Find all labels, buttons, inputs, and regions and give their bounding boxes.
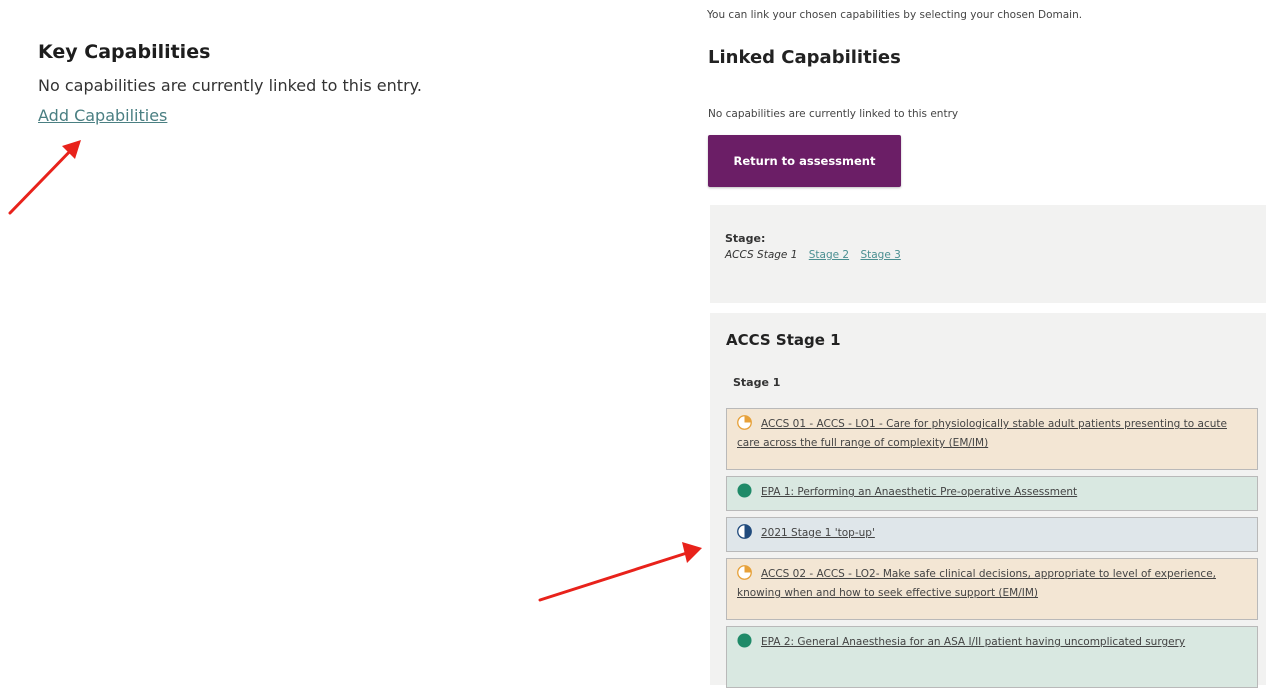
stage-options: ACCS Stage 1 Stage 2 Stage 3 bbox=[725, 249, 909, 261]
half-progress-icon bbox=[737, 524, 752, 539]
linked-capabilities-heading: Linked Capabilities bbox=[708, 47, 901, 68]
stage-label: Stage: bbox=[725, 232, 766, 245]
intro-instructions: You can link your chosen capabilities by… bbox=[707, 9, 1083, 21]
capability-link[interactable]: EPA 1: Performing an Anaesthetic Pre-ope… bbox=[761, 486, 1077, 498]
capability-link[interactable]: EPA 2: General Anaesthesia for an ASA I/… bbox=[761, 636, 1185, 648]
red-arrow-annotation-icon bbox=[538, 542, 702, 602]
stage-link-3[interactable]: Stage 3 bbox=[860, 249, 900, 261]
partial-progress-icon bbox=[737, 415, 752, 430]
capability-item[interactable]: ACCS 02 - ACCS - LO2- Make safe clinical… bbox=[726, 558, 1258, 620]
capability-item[interactable]: EPA 1: Performing an Anaesthetic Pre-ope… bbox=[726, 476, 1258, 511]
no-capabilities-message: No capabilities are currently linked to … bbox=[38, 76, 422, 95]
linked-empty-message: No capabilities are currently linked to … bbox=[708, 108, 959, 120]
capability-item[interactable]: EPA 2: General Anaesthesia for an ASA I/… bbox=[726, 626, 1258, 688]
red-arrow-annotation-icon bbox=[8, 140, 81, 215]
key-capabilities-heading: Key Capabilities bbox=[38, 41, 211, 63]
key-capabilities-panel: Key Capabilities No capabilities are cur… bbox=[38, 40, 558, 126]
capability-item[interactable]: 2021 Stage 1 'top-up' bbox=[726, 517, 1258, 552]
capability-item[interactable]: ACCS 01 - ACCS - LO1 - Care for physiolo… bbox=[726, 408, 1258, 470]
section-title: ACCS Stage 1 bbox=[726, 331, 841, 349]
capability-link[interactable]: ACCS 02 - ACCS - LO2- Make safe clinical… bbox=[737, 568, 1216, 599]
capabilities-section: ACCS Stage 1 Stage 1 ACCS 01 - ACCS - LO… bbox=[710, 313, 1266, 688]
stage-current: ACCS Stage 1 bbox=[725, 249, 798, 261]
stage-link-2[interactable]: Stage 2 bbox=[809, 249, 849, 261]
add-capabilities-link[interactable]: Add Capabilities bbox=[38, 106, 167, 126]
return-to-assessment-button[interactable]: Return to assessment bbox=[708, 135, 901, 187]
section-subtitle: Stage 1 bbox=[733, 376, 781, 389]
complete-status-icon bbox=[737, 633, 752, 648]
partial-progress-icon bbox=[737, 565, 752, 580]
capability-link[interactable]: 2021 Stage 1 'top-up' bbox=[761, 527, 875, 539]
complete-status-icon bbox=[737, 483, 752, 498]
capability-link[interactable]: ACCS 01 - ACCS - LO1 - Care for physiolo… bbox=[737, 418, 1227, 449]
stage-selector: Stage: ACCS Stage 1 Stage 2 Stage 3 bbox=[710, 205, 1266, 303]
